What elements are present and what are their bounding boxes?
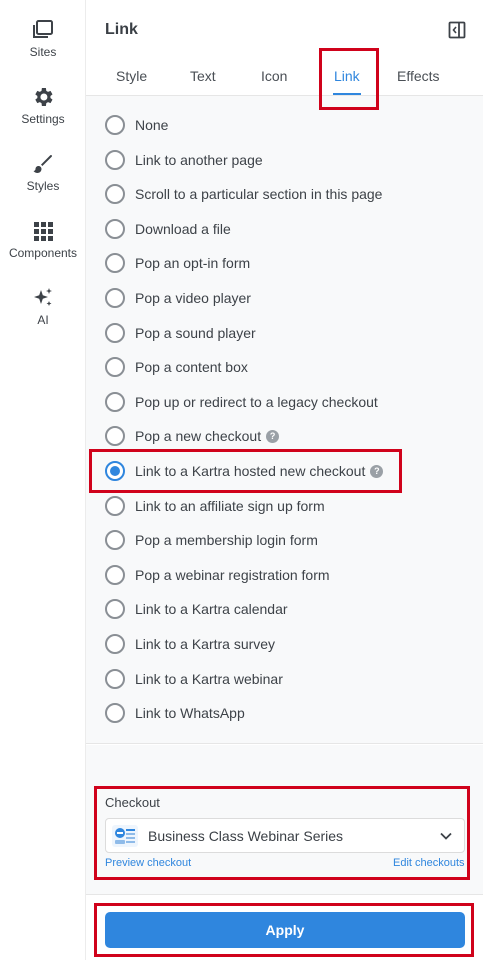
link-option[interactable]: Download a file [105,218,231,240]
apply-button[interactable]: Apply [105,912,465,948]
link-option-label: Link to a Kartra survey [135,636,276,652]
tab-icon[interactable]: Icon [261,68,287,84]
link-option-label: Link to a Kartra hosted new checkout [135,463,366,479]
link-option-label: Link to an affiliate sign up form [135,498,325,514]
radio-button[interactable] [105,634,125,654]
link-option[interactable]: Link to an affiliate sign up form [105,495,325,517]
radio-button[interactable] [105,323,125,343]
link-option[interactable]: Pop a membership login form [105,529,318,551]
link-option[interactable]: None [105,114,168,136]
radio-button[interactable] [105,565,125,585]
link-option[interactable]: Link to WhatsApp [105,702,245,724]
radio-button[interactable] [105,253,125,273]
radio-button[interactable] [105,703,125,723]
sidebar-item-ai[interactable]: AI [0,286,86,327]
link-option-label: None [135,117,169,133]
link-option[interactable]: Scroll to a particular section in this p… [105,183,382,205]
link-option-label: Pop a new checkout [135,428,262,444]
radio-button[interactable] [105,392,125,412]
link-option-label: Link to WhatsApp [135,705,245,721]
sidebar-item-sites[interactable]: Sites [0,18,86,59]
left-sidebar: Sites Settings Styles Components AI [0,0,86,960]
collapse-panel-icon[interactable] [448,21,466,39]
tab-link[interactable]: Link [334,68,360,84]
link-type-options: None Link to another page Scroll to a pa… [86,96,483,744]
radio-button[interactable] [105,496,125,516]
radio-button[interactable] [105,288,125,308]
link-option-label: Pop a content box [135,359,248,375]
radio-button[interactable] [105,530,125,550]
link-option[interactable]: Link to another page [105,149,263,171]
radio-button[interactable] [105,115,125,135]
checkout-thumbnail-icon [112,825,138,847]
link-option[interactable]: Pop an opt-in form [105,252,250,274]
checkout-select[interactable]: Business Class Webinar Series [105,818,465,853]
link-option-label: Pop an opt-in form [135,255,251,271]
link-option[interactable]: Pop a webinar registration form [105,564,330,586]
panel-footer: Apply [86,895,483,960]
sparkle-icon [34,288,52,306]
radio-button[interactable] [105,184,125,204]
help-icon[interactable]: ? [370,464,384,478]
sidebar-item-label: Components [8,246,78,260]
radio-button-checked[interactable] [105,461,125,481]
link-option-label: Link to another page [135,152,263,168]
link-option[interactable]: Pop a sound player [105,322,256,344]
radio-button[interactable] [105,669,125,689]
link-option-label: Scroll to a particular section in this p… [135,186,383,202]
sites-icon [33,20,53,38]
chevron-down-icon [440,832,452,840]
link-settings-panel: Link Style Text Icon Link Effects None L… [86,0,483,960]
tab-effects[interactable]: Effects [397,68,440,84]
sidebar-item-label: Settings [21,112,65,126]
checkout-select-value: Business Class Webinar Series [148,828,344,844]
link-option[interactable]: Pop a new checkout ? [105,425,280,447]
link-option-label: Pop a sound player [135,325,256,341]
link-option[interactable]: Pop a content box [105,356,248,378]
grid-icon [34,222,53,241]
link-option[interactable]: Link to a Kartra survey [105,633,275,655]
link-option[interactable]: Pop up or redirect to a legacy checkout [105,391,378,413]
radio-button[interactable] [105,357,125,377]
link-option[interactable]: Link to a Kartra webinar [105,668,283,690]
radio-button[interactable] [105,599,125,619]
active-tab-indicator [333,93,361,95]
help-icon[interactable]: ? [266,429,280,443]
sidebar-item-settings[interactable]: Settings [0,85,86,126]
sidebar-item-styles[interactable]: Styles [0,152,86,193]
radio-button[interactable] [105,219,125,239]
panel-title: Link [105,21,138,38]
link-option-label: Pop a webinar registration form [135,567,330,583]
sidebar-item-label: Sites [29,45,57,59]
gear-icon [35,88,53,106]
sidebar-item-label: Styles [26,179,60,193]
radio-button[interactable] [105,150,125,170]
checkout-label: Checkout [105,795,160,810]
brush-icon [33,155,52,173]
edit-checkouts-link[interactable]: Edit checkouts [393,857,465,869]
link-option-label: Link to a Kartra calendar [135,601,288,617]
tab-text[interactable]: Text [190,68,216,84]
sidebar-item-components[interactable]: Components [0,219,86,260]
link-option-label: Link to a Kartra webinar [135,671,283,687]
link-option-label: Pop up or redirect to a legacy checkout [135,394,378,410]
radio-button[interactable] [105,426,125,446]
link-option-selected[interactable]: Link to a Kartra hosted new checkout ? [105,460,384,482]
preview-checkout-link[interactable]: Preview checkout [105,857,191,869]
link-option-label: Pop a video player [135,290,251,306]
checkout-section: Checkout Business Class Webinar Series P… [86,745,483,895]
sidebar-item-label: AI [37,313,49,327]
link-option[interactable]: Pop a video player [105,287,251,309]
link-option[interactable]: Link to a Kartra calendar [105,598,288,620]
link-option-label: Pop a membership login form [135,532,318,548]
tab-bar: Style Text Icon Link Effects [86,55,483,96]
tab-style[interactable]: Style [116,68,147,84]
link-option-label: Download a file [135,221,231,237]
